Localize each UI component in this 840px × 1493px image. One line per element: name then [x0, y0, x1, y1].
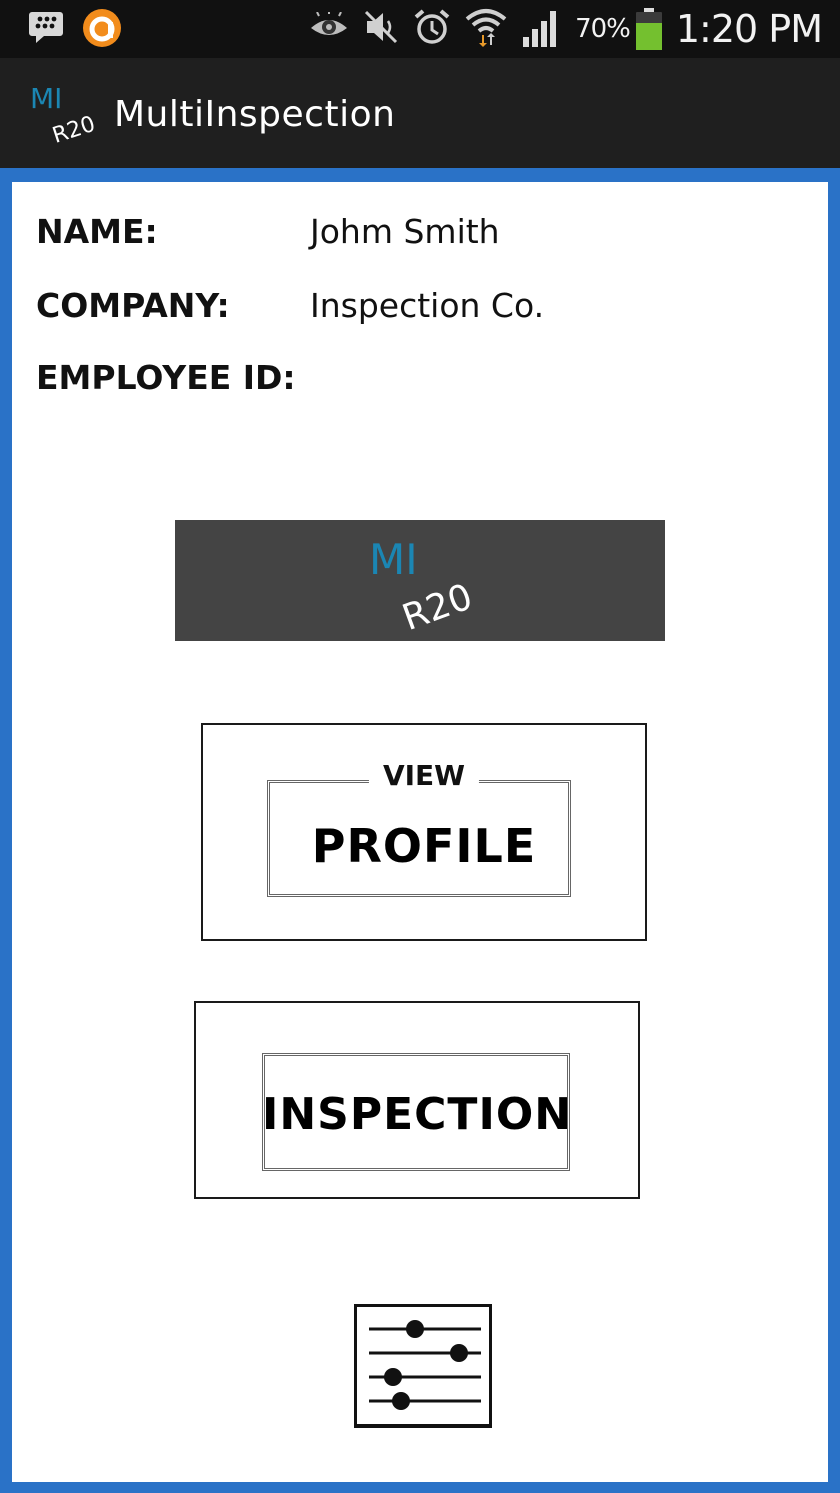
name-value: Johm Smith — [310, 212, 500, 251]
view-profile-button[interactable]: VIEW PROFILE — [201, 723, 647, 941]
alarm-icon — [413, 8, 451, 50]
company-value: Inspection Co. — [310, 286, 545, 325]
battery-percent: 70% — [575, 14, 631, 44]
action-bar: MI R20 MultiInspection — [0, 58, 840, 168]
view-profile-big-label: PROFILE — [311, 819, 537, 873]
sliders-icon — [369, 1320, 481, 1410]
employee-id-label: EMPLOYEE ID: — [36, 358, 296, 397]
mute-icon — [363, 9, 399, 49]
wifi-icon — [465, 7, 507, 51]
banner-logo-text-bottom: R20 — [397, 576, 478, 630]
main-content: NAME: Johm Smith COMPANY: Inspection Co.… — [12, 182, 828, 1482]
banner-logo-text-top: MI — [369, 535, 418, 584]
avast-icon — [82, 8, 122, 52]
app-logo-text-top: MI — [30, 84, 62, 115]
bbm-icon — [28, 8, 64, 52]
mi-r20-logo-icon: MI R20 — [369, 535, 478, 630]
battery-icon — [635, 8, 662, 50]
settings-button[interactable] — [354, 1304, 492, 1428]
company-label: COMPANY: — [36, 286, 230, 325]
battery-indicator: 70% — [575, 6, 662, 52]
status-clock: 1:20 PM — [675, 7, 823, 51]
name-label: NAME: — [36, 212, 158, 251]
inspection-button[interactable]: INSPECTION — [194, 1001, 640, 1199]
status-bar: 70% 1:20 PM — [0, 0, 840, 58]
eye-icon — [309, 10, 349, 46]
app-logo-icon: MI R20 — [30, 82, 102, 149]
app-title: MultiInspection — [114, 94, 396, 135]
mi-r20-banner: MI R20 — [175, 520, 665, 641]
app-logo-text-bottom: R20 — [49, 112, 98, 144]
signal-icon — [521, 7, 561, 51]
inspection-big-label: INSPECTION — [261, 1089, 573, 1140]
view-profile-small-label: VIEW — [368, 759, 480, 792]
